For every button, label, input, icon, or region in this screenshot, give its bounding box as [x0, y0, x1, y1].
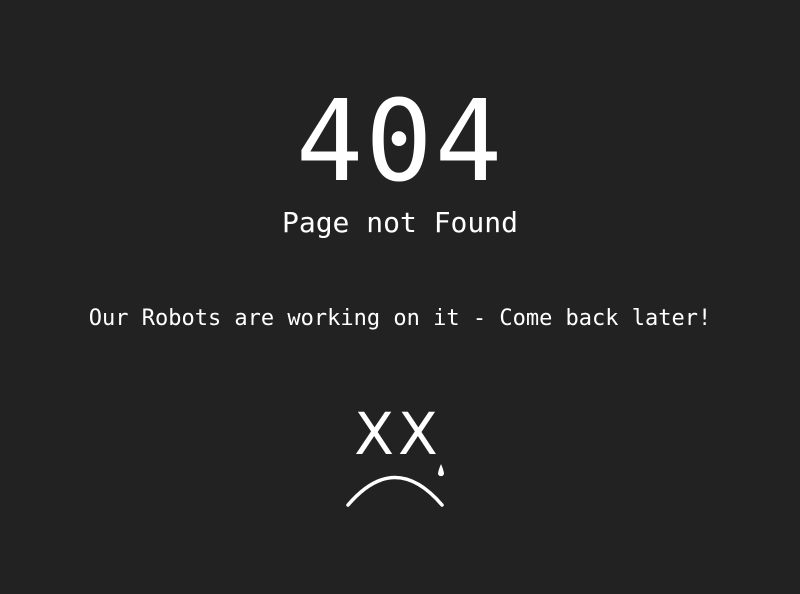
sad-robot-face-icon: XX	[346, 400, 444, 507]
error-title: Page not Found	[281, 206, 518, 239]
error-code: 404	[295, 77, 505, 207]
frown-mouth	[346, 475, 444, 507]
robot-eyes: XX	[354, 400, 441, 468]
error-message: Our Robots are working on it - Come back…	[88, 306, 712, 331]
error-page: 404 Page not Found Our Robots are workin…	[0, 0, 800, 594]
